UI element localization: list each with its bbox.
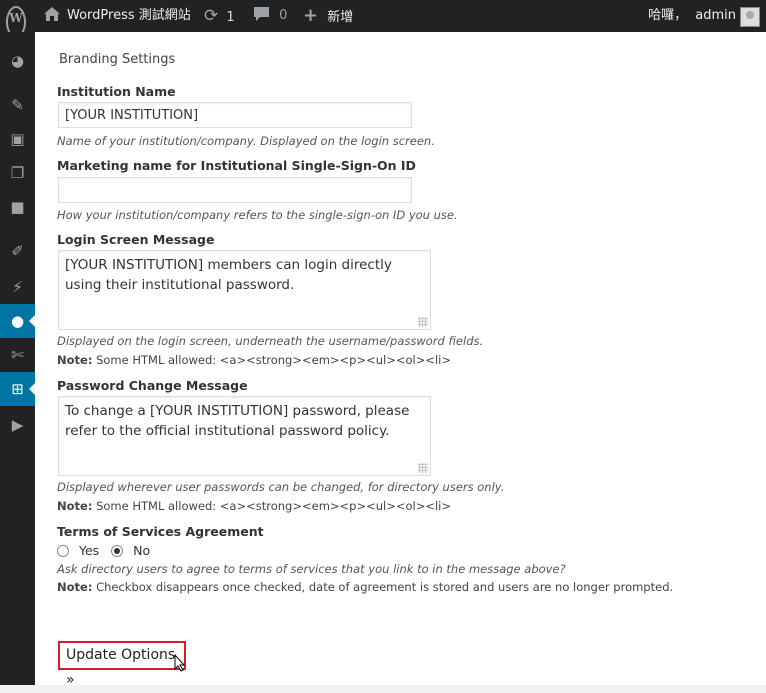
- tos-description: Ask directory users to agree to terms of…: [57, 562, 566, 576]
- institution-name-description: Name of your institution/company. Displa…: [57, 134, 435, 148]
- refresh-icon: ⟳: [204, 6, 219, 26]
- login-message-text: [YOUR INSTITUTION] members can login dir…: [65, 257, 392, 293]
- tos-label: Terms of Services Agreement: [57, 524, 264, 539]
- comments-icon[interactable]: ■: [0, 190, 35, 224]
- resize-handle[interactable]: [418, 463, 428, 473]
- plugins-icon[interactable]: ⚡: [0, 270, 35, 304]
- tos-note: Note: Checkbox disappears once checked, …: [57, 580, 673, 594]
- note-label: Note:: [57, 499, 93, 513]
- tools-icon[interactable]: ✄: [0, 338, 35, 372]
- greeting: 哈囉，: [648, 8, 688, 23]
- tos-yes-radio[interactable]: [57, 545, 69, 557]
- tos-no-label[interactable]: No: [133, 543, 150, 558]
- note-text: Some HTML allowed: <a><strong><em><p><ul…: [92, 499, 452, 513]
- marketing-name-input[interactable]: [58, 177, 412, 203]
- updates-link[interactable]: ⟳ 1: [204, 0, 235, 32]
- section-title: Branding Settings: [59, 52, 176, 67]
- login-message-note: Note: Some HTML allowed: <a><strong><em>…: [57, 353, 451, 367]
- note-text: Checkbox disappears once checked, date o…: [92, 580, 674, 594]
- site-name-link[interactable]: WordPress 測試網站: [67, 0, 191, 32]
- institution-name-label: Institution Name: [57, 84, 176, 99]
- pages-icon[interactable]: ❐: [0, 156, 35, 190]
- password-message-text: To change a [YOUR INSTITUTION] password,…: [65, 403, 410, 439]
- settings-content: Branding Settings Institution Name [YOUR…: [35, 32, 766, 688]
- avatar[interactable]: [740, 7, 760, 27]
- password-message-textarea[interactable]: To change a [YOUR INSTITUTION] password,…: [58, 396, 431, 476]
- plus-icon: +: [303, 5, 319, 26]
- pin-icon[interactable]: ✎: [0, 88, 35, 122]
- account-link[interactable]: 哈囉， admin: [648, 0, 736, 32]
- new-label: 新增: [327, 10, 354, 25]
- admin-sidebar: ◕ ✎ ▣ ❐ ■ ✐ ⚡ ● ✄ ⊞ ▶: [0, 32, 35, 685]
- dashboard-icon[interactable]: ◕: [0, 44, 35, 78]
- login-message-description: Displayed on the login screen, underneat…: [57, 334, 484, 348]
- settings-icon[interactable]: ⊞: [0, 372, 35, 406]
- note-label: Note:: [57, 353, 93, 367]
- institution-name-input[interactable]: [YOUR INSTITUTION]: [58, 102, 412, 128]
- media-icon[interactable]: ▣: [0, 122, 35, 156]
- update-options-button[interactable]: Update Options »: [58, 641, 186, 688]
- password-message-label: Password Change Message: [57, 378, 248, 393]
- comments-count: 0: [279, 8, 288, 23]
- note-label: Note:: [57, 580, 93, 594]
- login-message-label: Login Screen Message: [57, 232, 215, 247]
- tos-no-radio[interactable]: [111, 545, 124, 557]
- marketing-name-label: Marketing name for Institutional Single-…: [57, 158, 416, 173]
- resize-handle[interactable]: [418, 317, 428, 327]
- appearance-icon[interactable]: ✐: [0, 234, 35, 268]
- home-icon[interactable]: [44, 0, 60, 32]
- play-icon[interactable]: ▶: [0, 408, 35, 442]
- login-message-textarea[interactable]: [YOUR INSTITUTION] members can login dir…: [58, 250, 431, 330]
- tos-radio-group: Yes No: [57, 542, 150, 560]
- mouse-cursor-icon: [174, 653, 186, 676]
- username: admin: [695, 8, 736, 23]
- admin-bar: W WordPress 測試網站 ⟳ 1 0 + 新增 哈囉， admin: [0, 0, 766, 38]
- comment-icon: [254, 7, 269, 21]
- password-message-note: Note: Some HTML allowed: <a><strong><em>…: [57, 499, 451, 513]
- password-message-description: Displayed wherever user passwords can be…: [57, 480, 505, 494]
- note-text: Some HTML allowed: <a><strong><em><p><ul…: [92, 353, 452, 367]
- new-content-link[interactable]: + 新增: [303, 0, 353, 32]
- comments-link[interactable]: 0: [254, 0, 287, 32]
- tos-yes-label[interactable]: Yes: [79, 543, 99, 558]
- marketing-name-description: How your institution/company refers to t…: [57, 208, 458, 222]
- updates-count: 1: [226, 10, 235, 25]
- users-icon[interactable]: ●: [0, 304, 35, 338]
